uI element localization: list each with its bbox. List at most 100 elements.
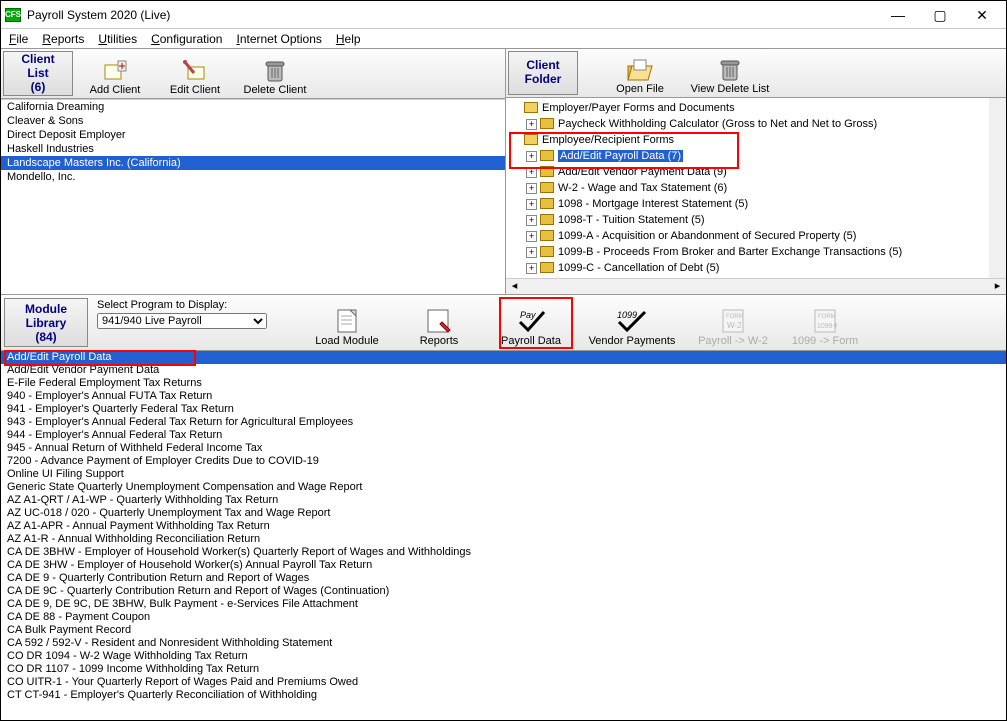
module-list-item[interactable]: AZ A1-APR - Annual Payment Withholding T… <box>1 520 1006 533</box>
tree-row[interactable]: Employer/Payer Forms and Documents <box>508 100 989 116</box>
edit-client-button[interactable]: Edit Client <box>155 49 235 98</box>
client-list-item[interactable]: Direct Deposit Employer <box>1 128 505 142</box>
form-w2-icon: FORMW-2 <box>721 307 745 335</box>
menu-configuration[interactable]: Configuration <box>151 32 222 46</box>
client-folder-header[interactable]: Client Folder <box>508 51 578 95</box>
tree-row[interactable]: +1098 - Mortgage Interest Statement (5) <box>508 196 989 212</box>
module-list-item[interactable]: CT CT-941 - Employer's Quarterly Reconci… <box>1 689 1006 702</box>
add-client-button[interactable]: Add Client <box>75 49 155 98</box>
vendor-payments-button[interactable]: 1099 Vendor Payments <box>577 295 687 350</box>
client-list-toolbar: Client List (6) Add Client Edit Client <box>1 49 505 99</box>
module-list-item[interactable]: AZ UC-018 / 020 - Quarterly Unemployment… <box>1 507 1006 520</box>
vendor-payments-label: Vendor Payments <box>589 335 676 347</box>
module-list-item[interactable]: CO UITR-1 - Your Quarterly Report of Wag… <box>1 676 1006 689</box>
folder-tree[interactable]: Employer/Payer Forms and Documents + Paych… <box>506 98 989 278</box>
menu-utilities[interactable]: Utilities <box>98 32 137 46</box>
tree-row[interactable]: +Add/Edit Vendor Payment Data (9) <box>508 164 989 180</box>
app-icon: CFS <box>5 8 21 22</box>
tree-row[interactable]: +W-2 - Wage and Tax Statement (6) <box>508 180 989 196</box>
expand-toggle[interactable]: + <box>526 183 537 194</box>
delete-client-button[interactable]: Delete Client <box>235 49 315 98</box>
module-list-item[interactable]: CA DE 9C - Quarterly Contribution Return… <box>1 585 1006 598</box>
expand-toggle[interactable]: + <box>526 199 537 210</box>
svg-text:FORM: FORM <box>726 314 744 320</box>
module-list-item[interactable]: 943 - Employer's Annual Federal Tax Retu… <box>1 416 1006 429</box>
folder-icon <box>524 102 538 113</box>
menu-reports[interactable]: Reports <box>42 32 84 46</box>
module-list-item[interactable]: 945 - Annual Return of Withheld Federal … <box>1 442 1006 455</box>
menu-file[interactable]: File <box>9 32 28 46</box>
client-list-header[interactable]: Client List (6) <box>3 51 73 96</box>
client-list-item[interactable]: Landscape Masters Inc. (California) <box>1 156 505 170</box>
module-list-item[interactable]: Generic State Quarterly Unemployment Com… <box>1 481 1006 494</box>
tree-row[interactable]: Employee/Recipient Forms <box>508 132 989 148</box>
module-list-item[interactable]: CA DE 9 - Quarterly Contribution Return … <box>1 572 1006 585</box>
svg-text:W-2: W-2 <box>727 321 742 330</box>
module-list-item[interactable]: Add/Edit Vendor Payment Data <box>1 364 1006 377</box>
expand-toggle[interactable]: + <box>526 231 537 242</box>
expand-toggle[interactable]: + <box>526 119 537 130</box>
client-list-item[interactable]: California Dreaming <box>1 100 505 114</box>
module-list-item[interactable]: CA DE 88 - Payment Coupon <box>1 611 1006 624</box>
module-list-item[interactable]: CA DE 9, DE 9C, DE 3BHW, Bulk Payment - … <box>1 598 1006 611</box>
module-list-item[interactable]: CA Bulk Payment Record <box>1 624 1006 637</box>
module-list[interactable]: Add/Edit Payroll DataAdd/Edit Vendor Pay… <box>1 351 1006 720</box>
minimize-button[interactable]: — <box>886 8 910 22</box>
module-list-item[interactable]: AZ A1-R - Annual Withholding Reconciliat… <box>1 533 1006 546</box>
hscroll-left[interactable]: ◂ <box>506 279 523 295</box>
load-module-label: Load Module <box>315 335 379 347</box>
expand-toggle[interactable]: + <box>526 247 537 258</box>
module-list-item[interactable]: CO DR 1094 - W-2 Wage Withholding Tax Re… <box>1 650 1006 663</box>
module-list-item[interactable]: Add/Edit Payroll Data <box>1 351 1006 364</box>
client-list-item[interactable]: Haskell Industries <box>1 142 505 156</box>
tree-label: Paycheck Withholding Calculator (Gross t… <box>558 118 877 130</box>
menu-help[interactable]: Help <box>336 32 361 46</box>
module-list-item[interactable]: Online UI Filing Support <box>1 468 1006 481</box>
payroll-data-icon: Pay <box>516 307 546 335</box>
module-list-item[interactable]: CO DR 1107 - 1099 Income Withholding Tax… <box>1 663 1006 676</box>
payroll-to-w2-button[interactable]: FORMW-2 Payroll -> W-2 <box>687 295 779 350</box>
client-list-item[interactable]: Cleaver & Sons <box>1 114 505 128</box>
menu-internet-options[interactable]: Internet Options <box>236 32 321 46</box>
module-list-item[interactable]: 941 - Employer's Quarterly Federal Tax R… <box>1 403 1006 416</box>
module-list-item[interactable]: CA DE 3BHW - Employer of Household Worke… <box>1 546 1006 559</box>
module-list-item[interactable]: 940 - Employer's Annual FUTA Tax Return <box>1 390 1006 403</box>
module-list-item[interactable]: CA DE 3HW - Employer of Household Worker… <box>1 559 1006 572</box>
reports-label: Reports <box>420 335 459 347</box>
reports-button[interactable]: Reports <box>393 295 485 350</box>
module-list-item[interactable]: E-File Federal Employment Tax Returns <box>1 377 1006 390</box>
open-file-button[interactable]: Open File <box>600 49 680 97</box>
hscroll-right[interactable]: ▸ <box>989 279 1006 295</box>
module-list-item[interactable]: 944 - Employer's Annual Federal Tax Retu… <box>1 429 1006 442</box>
tree-row[interactable]: +Add/Edit Payroll Data (7) <box>508 148 989 164</box>
1099-to-form-button[interactable]: FORM1099-M 1099 -> Form <box>779 295 871 350</box>
tree-row[interactable]: + Paycheck Withholding Calculator (Gross … <box>508 116 989 132</box>
tree-scrollbar[interactable] <box>989 98 1006 278</box>
payroll-data-button[interactable]: Pay Payroll Data <box>485 295 577 350</box>
module-list-item[interactable]: 7200 - Advance Payment of Employer Credi… <box>1 455 1006 468</box>
tree-row[interactable]: +1098-T - Tuition Statement (5) <box>508 212 989 228</box>
view-delete-list-button[interactable]: View Delete List <box>680 49 780 97</box>
module-list-item[interactable]: CA 592 / 592-V - Resident and Nonresiden… <box>1 637 1006 650</box>
maximize-button[interactable]: ▢ <box>928 8 952 22</box>
module-list-item[interactable]: AZ A1-QRT / A1-WP - Quarterly Withholdin… <box>1 494 1006 507</box>
1099-to-form-label: 1099 -> Form <box>792 335 858 347</box>
client-listbox[interactable]: California DreamingCleaver & SonsDirect … <box>1 99 505 294</box>
tree-label: 1099-C - Cancellation of Debt (5) <box>558 262 719 274</box>
client-list-item[interactable]: Mondello, Inc. <box>1 170 505 184</box>
close-button[interactable]: ✕ <box>970 8 994 22</box>
tree-row[interactable]: +1099-C - Cancellation of Debt (5) <box>508 260 989 276</box>
delete-client-label: Delete Client <box>244 84 307 96</box>
expand-toggle[interactable]: + <box>526 215 537 226</box>
top-split: Client List (6) Add Client Edit Client <box>1 49 1006 295</box>
expand-toggle[interactable]: + <box>526 167 537 178</box>
load-module-button[interactable]: Load Module <box>301 295 393 350</box>
expand-toggle[interactable]: + <box>526 263 537 274</box>
client-list-header-l2: List <box>27 66 48 80</box>
module-library-header[interactable]: Module Library (84) <box>4 298 88 347</box>
tree-row[interactable]: +1099-A - Acquisition or Abandonment of … <box>508 228 989 244</box>
tree-row[interactable]: +1099-B - Proceeds From Broker and Barte… <box>508 244 989 260</box>
expand-toggle[interactable]: + <box>526 151 537 162</box>
hscroll-track[interactable] <box>523 279 989 295</box>
program-select[interactable]: 941/940 Live Payroll <box>97 313 267 329</box>
